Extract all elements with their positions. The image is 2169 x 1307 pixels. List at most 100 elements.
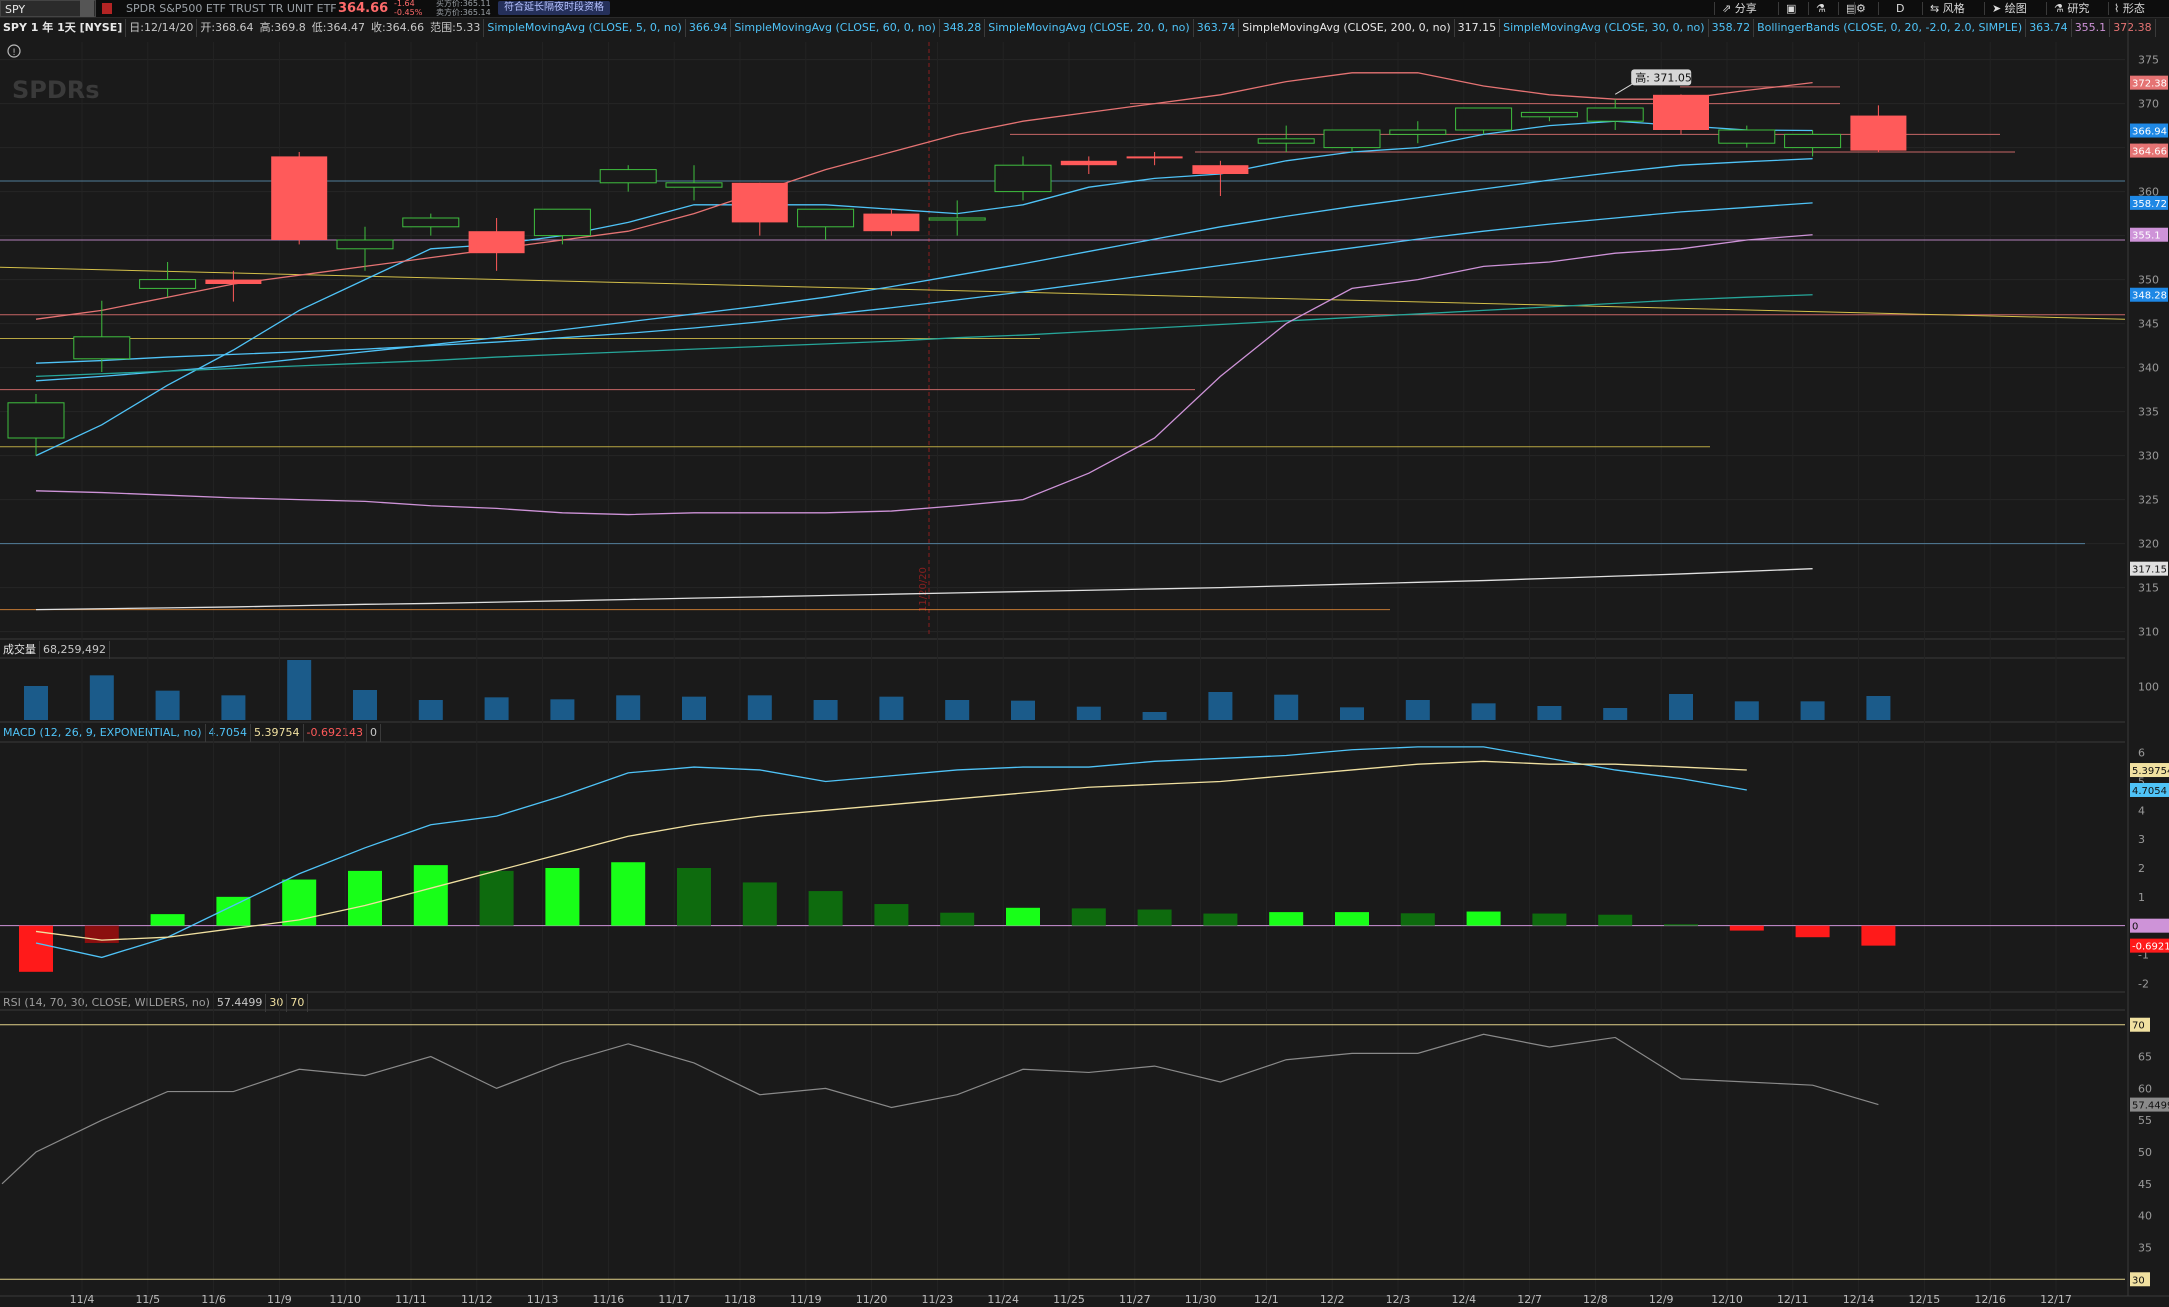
price-tag-label: 355.1 xyxy=(2132,231,2161,242)
date-tick-label: 11/23 xyxy=(922,1293,954,1306)
candle-body xyxy=(599,169,657,184)
svg-text:!: ! xyxy=(12,48,16,58)
date-tick-label: 11/6 xyxy=(201,1293,226,1306)
candle-body xyxy=(1520,111,1578,118)
volume-bar xyxy=(1603,708,1628,720)
date-tick-label: 11/11 xyxy=(395,1293,427,1306)
candle-body xyxy=(1586,107,1644,122)
price-tick-label: 350 xyxy=(2138,274,2159,287)
candle-body xyxy=(533,208,591,237)
macd-histogram-bar xyxy=(611,862,646,926)
price-axis: 3103153203253303353403453503553603653703… xyxy=(2130,54,2169,1287)
date-tick-label: 12/8 xyxy=(1583,1293,1608,1306)
trend-line xyxy=(0,266,2126,320)
info-icon[interactable]: ! xyxy=(7,44,21,58)
volume-bar xyxy=(945,700,970,720)
macd-histogram-bar xyxy=(1006,907,1040,926)
date-tick-label: 12/7 xyxy=(1517,1293,1542,1306)
volume-bar xyxy=(1405,700,1430,720)
volume-bar xyxy=(24,686,48,720)
volume-panel xyxy=(24,660,1891,720)
date-tick-label: 11/5 xyxy=(135,1293,160,1306)
date-tick-label: 11/19 xyxy=(790,1293,822,1306)
macd-histogram-bar xyxy=(1269,912,1304,926)
volume-bar xyxy=(1208,692,1233,720)
volume-bar xyxy=(1471,703,1496,720)
macd-panel xyxy=(0,746,2125,972)
chart-canvas[interactable]: SPDRs ! 11/20/20 31031532032533033534034… xyxy=(0,0,2169,1307)
macd-histogram-bar xyxy=(874,904,909,926)
candle-body xyxy=(1192,165,1249,174)
series-sma60 xyxy=(35,294,1813,378)
macd-histogram-bar xyxy=(413,865,448,926)
candle-body xyxy=(731,182,788,223)
watermark-text: SPDRs xyxy=(12,76,100,104)
callout-pointer xyxy=(1614,81,1636,95)
date-tick-label: 11/12 xyxy=(461,1293,493,1306)
macd-histogram-bar xyxy=(1335,912,1369,926)
price-tick-label: 345 xyxy=(2138,318,2159,331)
rsi-value-tag-label: 57.4499 xyxy=(2132,1101,2169,1112)
high-callout-text: 高: 371.05 xyxy=(1635,70,1692,84)
date-tick-label: 11/13 xyxy=(527,1293,559,1306)
date-tick-label: 12/11 xyxy=(1777,1293,1809,1306)
volume-bar xyxy=(353,690,377,720)
rsi-threshold-tag-label: 30 xyxy=(2132,1275,2145,1286)
macd-histogram-bar xyxy=(282,879,317,926)
macd-histogram-bar xyxy=(1137,909,1172,926)
volume-bar xyxy=(879,696,904,720)
candle-body xyxy=(1784,133,1842,149)
macd-tag-label: 0 xyxy=(2132,922,2138,933)
macd-tick-label: 3 xyxy=(2138,833,2145,846)
rsi-tick-label: 50 xyxy=(2138,1146,2152,1159)
macd-histogram-bar xyxy=(545,868,580,926)
volume-bar xyxy=(1800,701,1825,720)
candle-body xyxy=(1126,156,1183,159)
date-marker-label: 11/20/20 xyxy=(918,567,929,612)
macd-histogram-bar xyxy=(348,870,382,926)
volume-bar xyxy=(89,675,114,720)
volume-bar xyxy=(1076,706,1101,720)
rsi-line xyxy=(1,1033,1879,1185)
price-tick-label: 330 xyxy=(2138,450,2159,463)
macd-tick-label: 6 xyxy=(2138,747,2145,760)
candle-body xyxy=(1389,129,1447,135)
rsi-tick-label: 40 xyxy=(2138,1210,2152,1223)
candle-body xyxy=(1718,129,1776,144)
date-tick-label: 12/1 xyxy=(1254,1293,1279,1306)
date-tick-label: 12/4 xyxy=(1451,1293,1476,1306)
macd-histogram-bar xyxy=(1071,908,1106,926)
volume-bar xyxy=(418,700,443,720)
price-tag-label: 366.94 xyxy=(2132,127,2167,138)
date-tick-label: 12/9 xyxy=(1649,1293,1674,1306)
candle-body xyxy=(1060,160,1117,166)
macd-histogram-bar xyxy=(1400,913,1435,926)
macd-tick-label: 1 xyxy=(2138,891,2145,904)
price-tick-label: 340 xyxy=(2138,362,2159,375)
candle-body xyxy=(665,182,723,188)
price-tag-label: 358.72 xyxy=(2132,199,2167,210)
candle-body xyxy=(1257,138,1315,144)
price-tag-label: 348.28 xyxy=(2132,291,2167,302)
macd-histogram-bar xyxy=(1466,911,1501,926)
series-bblower xyxy=(35,234,1813,516)
price-tick-label: 325 xyxy=(2138,494,2159,507)
price-tick-label: 315 xyxy=(2138,582,2159,595)
rsi-tick-label: 35 xyxy=(2138,1241,2152,1254)
volume-bar xyxy=(682,696,706,720)
price-panel: 11/20/20 xyxy=(0,42,2126,636)
candle-body xyxy=(73,336,131,360)
volume-bar xyxy=(484,697,509,720)
candle-body xyxy=(271,156,328,240)
candle-body xyxy=(336,239,394,250)
macd-histogram-bar xyxy=(150,914,185,926)
macd-tick-label: -2 xyxy=(2138,977,2149,990)
volume-bar xyxy=(1669,694,1693,720)
macd-tick-label: 4 xyxy=(2138,804,2145,817)
rsi-tick-label: 65 xyxy=(2138,1051,2152,1064)
volume-bar xyxy=(747,695,772,720)
macd-histogram-bar xyxy=(1203,913,1238,926)
volume-bar xyxy=(1274,694,1299,720)
candle-body xyxy=(1850,115,1907,151)
volume-bar xyxy=(1866,696,1891,720)
